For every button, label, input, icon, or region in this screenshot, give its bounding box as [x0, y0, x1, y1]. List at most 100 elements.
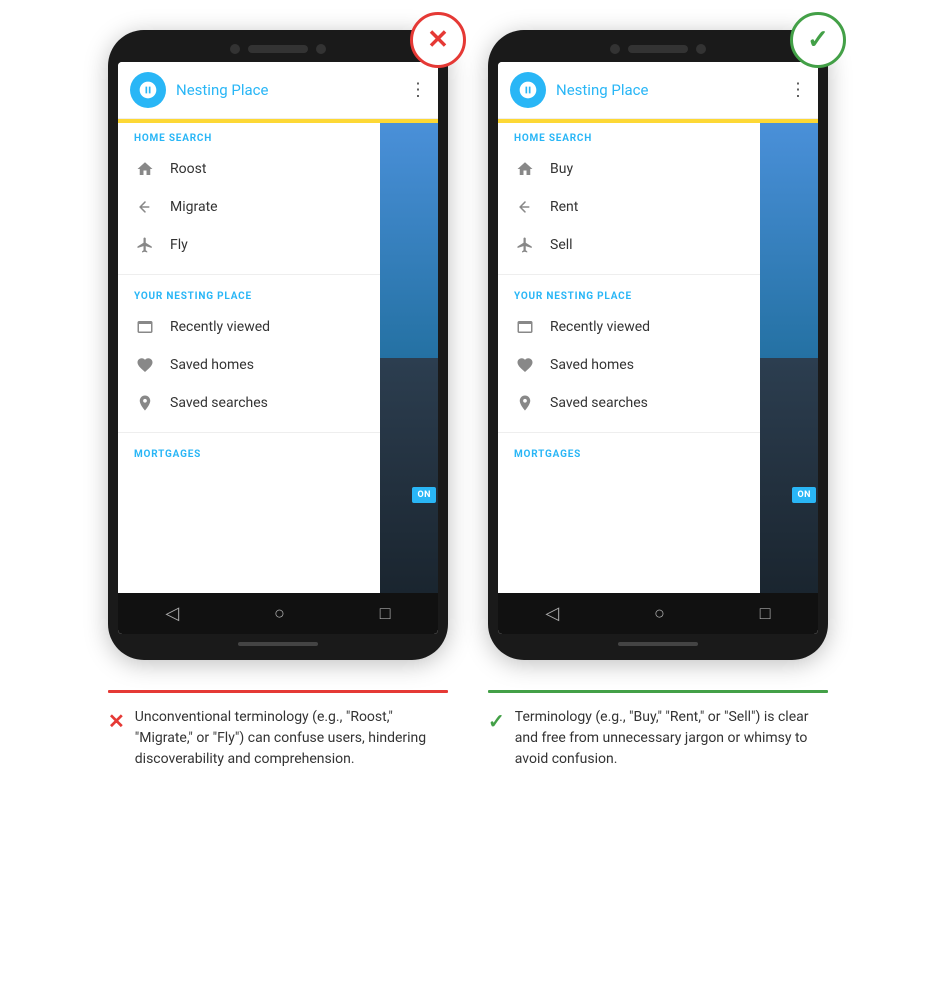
- saved-homes-label-good: Saved homes: [550, 357, 634, 373]
- phone-top-bar-bad: [118, 44, 438, 54]
- saved-searches-icon-good: [514, 392, 536, 414]
- screen-content-bad: HOME SEARCH Roost: [118, 123, 438, 593]
- section2-title-good: YOUR NESTING PLACE: [514, 291, 744, 302]
- phone-good-wrapper: ✓ Nesting Place ⋮: [488, 30, 828, 660]
- peek-top-bad: [380, 123, 438, 358]
- fly-icon: [134, 234, 156, 256]
- divider2-bad: [118, 432, 380, 433]
- saved-homes-icon-bad: [134, 354, 156, 376]
- drawer-section3-bad: MORTGAGES: [118, 439, 380, 470]
- saved-searches-label-bad: Saved searches: [170, 395, 268, 411]
- app-logo-bad: [130, 72, 166, 108]
- drawer-bad: HOME SEARCH Roost: [118, 123, 380, 593]
- bottom-nav-good: ◁ ○ □: [498, 593, 818, 634]
- phone-screen-bad: Nesting Place ⋮ HOME SEARCH: [118, 62, 438, 634]
- drawer-item-saved-searches-good[interactable]: Saved searches: [514, 384, 744, 422]
- drawer-item-rent[interactable]: Rent: [514, 188, 744, 226]
- phone-camera2-bad: [316, 44, 326, 54]
- on-label-good: ON: [792, 487, 816, 503]
- home-bar-bad: [238, 642, 318, 646]
- nav-recents-good[interactable]: □: [760, 603, 771, 624]
- menu-dots-good[interactable]: ⋮: [789, 80, 808, 101]
- nav-back-good[interactable]: ◁: [545, 603, 559, 624]
- phone-camera-bad: [230, 44, 240, 54]
- drawer-section2-good: YOUR NESTING PLACE Recently viewed: [498, 281, 760, 426]
- fly-label: Fly: [170, 237, 188, 253]
- screen-content-good: HOME SEARCH Buy R: [498, 123, 818, 593]
- phone-screen-good: Nesting Place ⋮ HOME SEARCH: [498, 62, 818, 634]
- section3-title-good: MORTGAGES: [514, 449, 744, 460]
- drawer-section2-bad: YOUR NESTING PLACE Recently viewed: [118, 281, 380, 426]
- drawer-item-saved-searches-bad[interactable]: Saved searches: [134, 384, 364, 422]
- nav-home-good[interactable]: ○: [654, 603, 665, 624]
- roost-icon: [134, 158, 156, 180]
- peek-bg-good: [760, 123, 818, 593]
- phone-chin-good: [498, 642, 818, 646]
- saved-homes-label-bad: Saved homes: [170, 357, 254, 373]
- caption-text-good: Terminology (e.g., "Buy," "Rent," or "Se…: [515, 707, 828, 770]
- divider1-good: [498, 274, 760, 275]
- divider1-bad: [118, 274, 380, 275]
- drawer-good: HOME SEARCH Buy R: [498, 123, 760, 593]
- saved-homes-icon-good: [514, 354, 536, 376]
- drawer-item-recently-bad[interactable]: Recently viewed: [134, 308, 364, 346]
- drawer-item-buy[interactable]: Buy: [514, 150, 744, 188]
- drawer-item-fly[interactable]: Fly: [134, 226, 364, 264]
- phone-speaker-good: [628, 45, 688, 53]
- peek-bottom-bad: [380, 358, 438, 593]
- drawer-item-roost[interactable]: Roost: [134, 150, 364, 188]
- recently-label-good: Recently viewed: [550, 319, 650, 335]
- drawer-item-migrate[interactable]: Migrate: [134, 188, 364, 226]
- nav-back-bad[interactable]: ◁: [165, 603, 179, 624]
- saved-searches-label-good: Saved searches: [550, 395, 648, 411]
- phone-camera2-good: [696, 44, 706, 54]
- home-bar-good: [618, 642, 698, 646]
- migrate-label: Migrate: [170, 199, 218, 215]
- phone-speaker-bad: [248, 45, 308, 53]
- phone-top-bar-good: [498, 44, 818, 54]
- good-badge: ✓: [790, 12, 846, 68]
- drawer-item-recently-good[interactable]: Recently viewed: [514, 308, 744, 346]
- migrate-icon: [134, 196, 156, 218]
- captions-row: ✕ Unconventional terminology (e.g., "Roo…: [20, 690, 916, 770]
- drawer-item-saved-homes-bad[interactable]: Saved homes: [134, 346, 364, 384]
- caption-text-bad: Unconventional terminology (e.g., "Roost…: [135, 707, 448, 770]
- caption-icon-good: ✓: [488, 709, 505, 733]
- recently-icon-bad: [134, 316, 156, 338]
- phone-chin-bad: [118, 642, 438, 646]
- recently-icon-good: [514, 316, 536, 338]
- drawer-section1-bad: HOME SEARCH Roost: [118, 123, 380, 268]
- good-badge-icon: ✓: [807, 25, 829, 55]
- phone-bad-wrapper: ✕ Nesting Place ⋮: [108, 30, 448, 660]
- phone-frame-good: Nesting Place ⋮ HOME SEARCH: [488, 30, 828, 660]
- section1-title-bad: HOME SEARCH: [134, 133, 364, 144]
- drawer-item-saved-homes-good[interactable]: Saved homes: [514, 346, 744, 384]
- app-title-bad: Nesting Place: [176, 81, 268, 99]
- caption-rule-good: [488, 690, 828, 693]
- buy-label: Buy: [550, 161, 573, 177]
- rent-label: Rent: [550, 199, 578, 215]
- bottom-nav-bad: ◁ ○ □: [118, 593, 438, 634]
- phone-frame-bad: Nesting Place ⋮ HOME SEARCH: [108, 30, 448, 660]
- drawer-section3-good: MORTGAGES: [498, 439, 760, 470]
- roost-label: Roost: [170, 161, 206, 177]
- app-title-good: Nesting Place: [556, 81, 648, 99]
- peek-bg-bad: [380, 123, 438, 593]
- sell-icon: [514, 234, 536, 256]
- bad-badge-icon: ✕: [427, 25, 449, 55]
- divider2-good: [498, 432, 760, 433]
- saved-searches-icon-bad: [134, 392, 156, 414]
- buy-icon: [514, 158, 536, 180]
- peek-bottom-good: [760, 358, 818, 593]
- sell-label: Sell: [550, 237, 573, 253]
- phones-comparison-row: ✕ Nesting Place ⋮: [20, 30, 916, 660]
- nav-home-bad[interactable]: ○: [274, 603, 285, 624]
- caption-good: ✓ Terminology (e.g., "Buy," "Rent," or "…: [488, 690, 828, 770]
- drawer-section1-good: HOME SEARCH Buy R: [498, 123, 760, 268]
- rent-icon: [514, 196, 536, 218]
- menu-dots-bad[interactable]: ⋮: [409, 80, 428, 101]
- nav-recents-bad[interactable]: □: [380, 603, 391, 624]
- caption-bad: ✕ Unconventional terminology (e.g., "Roo…: [108, 690, 448, 770]
- drawer-item-sell[interactable]: Sell: [514, 226, 744, 264]
- app-header-bad: Nesting Place ⋮: [118, 62, 438, 119]
